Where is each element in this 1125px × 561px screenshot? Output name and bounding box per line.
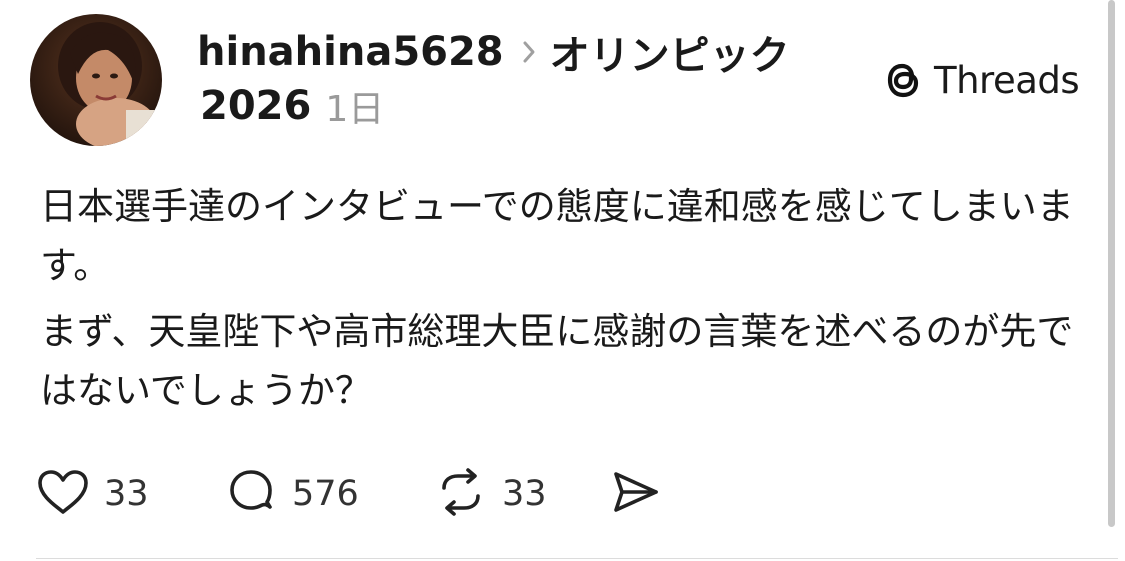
action-bar: 33 576 33 bbox=[36, 466, 662, 522]
repost-count: 33 bbox=[502, 474, 547, 514]
threads-brand: Threads bbox=[882, 56, 1080, 104]
topic-tag[interactable]: オリンピック bbox=[550, 23, 790, 81]
like-button[interactable]: 33 bbox=[36, 468, 226, 520]
scrollbar[interactable] bbox=[1108, 0, 1115, 527]
avatar[interactable] bbox=[30, 14, 162, 146]
like-count: 33 bbox=[104, 474, 149, 514]
share-button[interactable] bbox=[610, 468, 662, 520]
repost-button[interactable]: 33 bbox=[434, 466, 610, 522]
send-icon bbox=[610, 468, 662, 520]
post-divider bbox=[36, 558, 1118, 559]
post-body: 日本選手達のインタビューでの態度に違和感を感じてしまいます。 まず、天皇陛下や高… bbox=[40, 177, 1090, 427]
repost-icon bbox=[434, 466, 488, 522]
threads-logo-icon bbox=[882, 57, 924, 103]
post-paragraph: まず、天皇陛下や高市総理大臣に感謝の言葉を述べるのが先ではないでしょうか？ bbox=[40, 310, 1074, 412]
heart-icon bbox=[36, 468, 90, 520]
topic-tag-continued[interactable]: 2026 bbox=[200, 83, 311, 129]
reply-button[interactable]: 576 bbox=[226, 466, 434, 522]
threads-label: Threads bbox=[934, 58, 1080, 102]
username-link[interactable]: hinahina5628 bbox=[197, 29, 504, 75]
post-timestamp: 1日 bbox=[325, 89, 385, 130]
reply-count: 576 bbox=[292, 474, 359, 514]
post-paragraph: 日本選手達のインタビューでの態度に違和感を感じてしまいます。 bbox=[40, 185, 1074, 287]
chevron-right-icon bbox=[522, 40, 536, 64]
speech-bubble-icon bbox=[226, 466, 278, 522]
